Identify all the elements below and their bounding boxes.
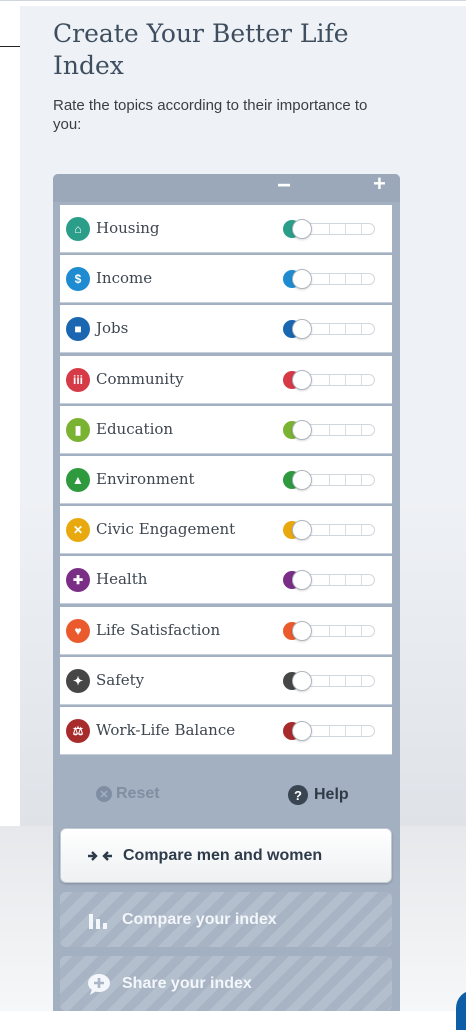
slider-knob[interactable] [292,419,312,440]
topic-label: Life Satisfaction [96,620,221,639]
speech-bubble-icon [84,973,114,995]
question-icon: ? [288,785,308,805]
topic-label: Safety [96,670,145,689]
bar-chart-icon [84,911,114,929]
topic-row-civic-engagement: ✕ Civic Engagement [60,506,392,555]
topic-importance-slider[interactable] [283,269,379,290]
slider-knob[interactable] [292,670,312,691]
topic-importance-slider[interactable] [283,620,379,641]
share-label: Share your index [122,974,252,992]
topic-row-work-life-balance: ⚖ Work-Life Balance [60,707,392,755]
topic-importance-slider[interactable] [283,520,379,541]
topic-row-health: ✚ Health [60,556,392,605]
scale-header: − + [53,171,400,202]
reset-button[interactable]: ✕ Reset [96,785,160,803]
compare-label: Compare men and women [123,846,323,864]
plus-label: + [373,171,386,196]
heart-icon: ♥ [66,618,90,643]
slider-knob[interactable] [292,269,312,290]
compare-yours-label: Compare your index [122,910,277,928]
tree-icon: ▲ [66,468,90,492]
topic-importance-slider[interactable] [283,570,379,591]
compare-your-index-button[interactable]: Compare your index [60,892,392,947]
topic-label: Community [96,369,184,388]
slider-knob[interactable] [292,369,312,390]
topic-importance-slider[interactable] [283,369,379,390]
slider-knob[interactable] [292,219,312,239]
topic-row-community: ііі Community [60,355,392,404]
book-icon: ▮ [66,417,90,442]
page-title: Create Your Better Life Index [53,19,349,80]
minus-label: − [277,172,292,199]
topic-label: Work-Life Balance [96,721,236,739]
topic-row-environment: ▲ Environment [60,456,392,504]
help-label: Help [314,786,349,803]
help-button[interactable]: ? Help [288,785,349,805]
scales-icon: ⚖ [66,719,90,743]
top-border [0,0,466,1]
reset-label: Reset [116,785,160,802]
topic-label: Jobs [96,319,129,338]
topic-label: Housing [96,219,160,237]
house-icon: ⌂ [66,217,90,241]
topic-label: Education [96,419,174,438]
topic-importance-slider[interactable] [283,419,379,440]
briefcase-icon: ■ [66,317,90,342]
cross-icon: ✚ [66,568,90,593]
topic-label: Civic Engagement [96,520,236,539]
index-widget: − + ⌂ Housing $ Income ■ Jobs ііі Community ▮ Edu… [53,171,400,1011]
slider-knob[interactable] [292,520,312,541]
slider-knob[interactable] [292,721,312,741]
topic-row-jobs: ■ Jobs [60,305,392,354]
arrows-icon [85,849,115,863]
money-icon: $ [66,267,90,292]
people-icon: ііі [66,367,90,392]
runner-icon: ✦ [66,668,90,693]
topic-importance-slider[interactable] [283,319,379,340]
slider-knob[interactable] [292,570,312,591]
topic-importance-slider[interactable] [283,470,379,490]
close-circle-icon: ✕ [96,786,112,802]
topic-importance-slider[interactable] [283,219,379,239]
topic-label: Health [96,570,148,589]
topic-row-life-satisfaction: ♥ Life Satisfaction [60,606,392,655]
topic-label: Environment [96,470,195,488]
topic-importance-slider[interactable] [283,721,379,741]
slider-knob[interactable] [292,620,312,641]
slider-knob[interactable] [292,470,312,490]
compare-men-women-button[interactable]: Compare men and women [60,828,392,883]
share-your-index-button[interactable]: Share your index [60,956,392,1011]
slider-knob[interactable] [292,319,312,340]
page-subtitle: Rate the topics according to their impor… [53,97,368,133]
topic-importance-slider[interactable] [283,670,379,691]
topic-row-education: ▮ Education [60,405,392,454]
topic-row-income: $ Income [60,255,392,304]
topic-row-housing: ⌂ Housing [60,205,392,253]
topic-label: Income [96,269,153,288]
ballot-icon: ✕ [66,518,90,543]
topic-row-safety: ✦ Safety [60,656,392,705]
